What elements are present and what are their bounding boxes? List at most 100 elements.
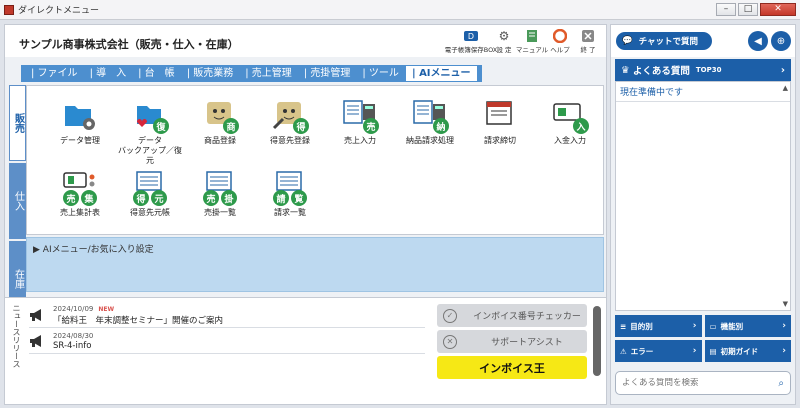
exit-button[interactable]: 終 了: [576, 28, 600, 54]
menu-item-4[interactable]: 売売上入力: [325, 96, 395, 146]
ledger-icon: 得元: [131, 168, 169, 206]
scroll-down-icon[interactable]: ▼: [783, 300, 788, 308]
menu-item-9[interactable]: 得元得意先元帳: [115, 168, 185, 218]
list-icon: ≡: [620, 321, 627, 331]
menu-item-1[interactable]: 復データ バックアップ／復元: [115, 96, 185, 166]
news-item[interactable]: 2024/08/30 SR-4-info: [29, 328, 425, 354]
news-scrollbar[interactable]: [593, 306, 601, 376]
minimize-button[interactable]: –: [716, 3, 736, 16]
help-top-bar: 💬 チャットで質問 ◀ ⊕: [611, 25, 795, 57]
badge-icon: 復: [153, 118, 169, 134]
search-icon[interactable]: ⌕: [778, 378, 784, 389]
badge-icon: 商: [223, 118, 239, 134]
menu-item-8[interactable]: 売集売上集計表: [45, 168, 115, 218]
help-button[interactable]: ヘルプ: [548, 28, 572, 54]
vtab-purchase[interactable]: 仕入: [9, 163, 26, 239]
badge-icon: 売: [203, 190, 219, 206]
storage-box-button[interactable]: D 電子帳簿保存BOX: [445, 28, 497, 54]
faq-list: 現在準備中です ▲ ▼: [615, 81, 791, 311]
check-icon: ✓: [443, 308, 457, 323]
support-assist-button[interactable]: ✕ サポートアシスト: [437, 330, 587, 353]
sales-input-icon: 売: [341, 96, 379, 134]
menu-item-2[interactable]: 商商品登録: [185, 96, 255, 146]
storage-icon: D: [463, 28, 479, 44]
badge-icon: 集: [81, 190, 97, 206]
invoice-checker-button[interactable]: ✓ インボイス番号チェッカー: [437, 304, 587, 327]
error-button[interactable]: ⚠ エラー ›: [615, 340, 702, 362]
manual-button[interactable]: マニュアル: [516, 28, 548, 54]
billing-close-icon: [481, 96, 519, 134]
invoice-list-icon: 請覧: [271, 168, 309, 206]
chat-icon: 💬: [622, 36, 633, 46]
vtab-sales[interactable]: 販売: [9, 85, 26, 161]
faq-header[interactable]: ♛ よくある質問 TOP30 ›: [615, 59, 791, 81]
tab-tools[interactable]: | ツール: [356, 65, 405, 82]
megaphone-round-button[interactable]: ◀: [748, 31, 768, 51]
menu-item-label: データ バックアップ／復元: [118, 136, 182, 165]
favorites-bar[interactable]: ▶ AIメニュー/お気に入り設定: [26, 237, 604, 292]
menu-tabs: | ファイル | 導 入 | 台 帳 | 販売業務 | 売上管理 | 売掛管理 …: [21, 65, 482, 82]
chevron-right-icon: ›: [692, 321, 697, 331]
menu-item-0[interactable]: データ管理: [45, 96, 115, 146]
menu-item-label: データ管理: [60, 136, 100, 145]
menu-panel: データ管理復データ バックアップ／復元商商品登録得得意先登録売売上入力納納品請求…: [26, 85, 604, 235]
badge-icon: 得: [133, 190, 149, 206]
badge-icon: 売: [63, 190, 79, 206]
chevron-right-icon: ›: [692, 346, 697, 356]
initial-guide-button[interactable]: ▤ 初期ガイド ›: [704, 340, 791, 362]
menu-item-6[interactable]: 請求締切: [465, 96, 535, 146]
globe-button[interactable]: ⊕: [771, 31, 791, 51]
scroll-up-icon[interactable]: ▲: [783, 84, 788, 92]
folder-gear-icon: [61, 96, 99, 134]
purpose-button[interactable]: ≡ 目的別 ›: [615, 315, 702, 337]
new-badge: NEW: [98, 306, 115, 313]
lifebuoy-icon: [552, 28, 568, 44]
menu-item-7[interactable]: 入入金入力: [535, 96, 605, 146]
gear-icon: ⚙: [498, 29, 510, 43]
tab-ledger[interactable]: | 台 帳: [132, 65, 181, 82]
delivery-icon: 納: [411, 96, 449, 134]
close-window-button[interactable]: ✕: [760, 3, 796, 16]
chat-question-button[interactable]: 💬 チャットで質問: [616, 32, 712, 50]
company-bar: サンプル商事株式会社（販売・仕入・在庫） D 電子帳簿保存BOX ⚙ 設 定 マ…: [5, 25, 606, 57]
news-side-label: ニュースリリース: [12, 304, 21, 368]
tab-sales-management[interactable]: | 売上管理: [239, 65, 298, 82]
invoice-king-button[interactable]: インボイス王: [437, 356, 587, 379]
menu-item-label: 商品登録: [204, 136, 236, 145]
tab-ai-menu[interactable]: | AIメニュー: [404, 65, 478, 82]
product-icon: 商: [201, 96, 239, 134]
settings-button[interactable]: ⚙ 設 定: [492, 28, 516, 54]
news-panel: ニュースリリース 2024/10/09 NEW 「給料王 年末調整セミナー」開催の…: [5, 297, 606, 404]
menu-item-label: 売上集計表: [60, 208, 100, 217]
menu-item-10[interactable]: 売掛売掛一覧: [185, 168, 255, 218]
help-category-buttons: ≡ 目的別 › ▭ 機能別 › ⚠ エラー › ▤ 初期ガイド ›: [615, 315, 791, 362]
badge-icon: 得: [293, 118, 309, 134]
function-button[interactable]: ▭ 機能別 ›: [704, 315, 791, 337]
menu-item-label: 売掛一覧: [204, 208, 236, 217]
news-item[interactable]: 2024/10/09 NEW 「給料王 年末調整セミナー」開催のご案内: [29, 302, 425, 328]
badge-icon: 売: [363, 118, 379, 134]
faq-search-input[interactable]: [622, 378, 779, 388]
menu-item-label: 請求締切: [484, 136, 516, 145]
payment-icon: 入: [551, 96, 589, 134]
maximize-button[interactable]: □: [738, 3, 758, 16]
app-icon: [4, 4, 14, 15]
menu-item-label: 納品請求処理: [406, 136, 454, 145]
menu-item-5[interactable]: 納納品請求処理: [395, 96, 465, 146]
tab-setup[interactable]: | 導 入: [84, 65, 133, 82]
book-icon: ▤: [709, 346, 717, 356]
tab-receivable-management[interactable]: | 売掛管理: [298, 65, 357, 82]
menu-item-3[interactable]: 得得意先登録: [255, 96, 325, 146]
chevron-right-icon: ›: [782, 346, 786, 356]
chevron-right-icon: ›: [780, 64, 785, 76]
receivable-icon: 売掛: [201, 168, 239, 206]
main-area: サンプル商事株式会社（販売・仕入・在庫） D 電子帳簿保存BOX ⚙ 設 定 マ…: [4, 24, 607, 405]
menu-item-label: 売上入力: [344, 136, 376, 145]
menu-item-label: 請求一覧: [274, 208, 306, 217]
tab-file[interactable]: | ファイル: [25, 65, 84, 82]
tab-sales-work[interactable]: | 販売業務: [181, 65, 240, 82]
menu-item-11[interactable]: 請覧請求一覧: [255, 168, 325, 218]
news-list: 2024/10/09 NEW 「給料王 年末調整セミナー」開催のご案内 2024/…: [29, 302, 425, 354]
menu-item-label: 得意先元帳: [130, 208, 170, 217]
action-buttons: ✓ インボイス番号チェッカー ✕ サポートアシスト インボイス王: [437, 304, 587, 382]
